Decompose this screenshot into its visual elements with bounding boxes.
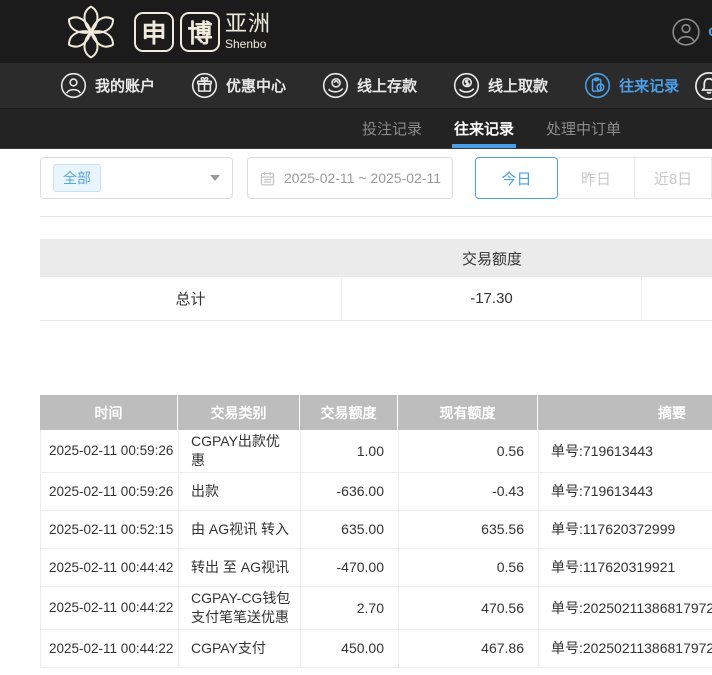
withdraw-icon bbox=[453, 72, 480, 99]
calendar-icon bbox=[259, 170, 276, 187]
records-icon bbox=[584, 72, 611, 99]
cell-time: 2025-02-11 00:44:42 bbox=[41, 549, 179, 586]
nav-item-my-account[interactable]: 我的账户 bbox=[60, 72, 155, 99]
tab-transaction-records[interactable]: 往来记录 bbox=[454, 109, 514, 148]
nav-item-promotions[interactable]: 优惠中心 bbox=[191, 72, 286, 99]
filter-row: 全部 2025-02-11 ~ 2025-02-11 今日 昨日 近8日 bbox=[40, 157, 712, 199]
cell-summary: 单号:117620372999 bbox=[539, 511, 712, 548]
cell-amount: 2.70 bbox=[301, 587, 399, 629]
cell-type: CGPAY支付 bbox=[179, 630, 301, 667]
deposit-icon bbox=[322, 72, 349, 99]
cell-balance: 0.56 bbox=[399, 430, 539, 472]
quick-range-buttons: 今日 昨日 近8日 bbox=[475, 157, 712, 199]
column-header-balance: 现有额度 bbox=[398, 395, 538, 430]
tab-label: 投注记录 bbox=[362, 118, 422, 139]
cell-time: 2025-02-11 00:59:26 bbox=[41, 473, 179, 510]
tab-label: 往来记录 bbox=[454, 118, 514, 139]
summary-empty-cell bbox=[642, 277, 712, 320]
table-row: 2025-02-11 00:44:22 CGPAY支付 450.00 467.8… bbox=[40, 630, 712, 668]
cell-time: 2025-02-11 00:59:26 bbox=[41, 430, 179, 472]
cell-amount: 635.00 bbox=[301, 511, 399, 548]
cell-type: CGPAY-CG钱包支付笔笔送优惠 bbox=[179, 587, 301, 629]
nav-item-transactions[interactable]: 往来记录 bbox=[584, 72, 679, 99]
nav-item-label: 往来记录 bbox=[619, 75, 679, 96]
cell-amount: 1.00 bbox=[301, 430, 399, 472]
tab-processing-orders[interactable]: 处理中订单 bbox=[546, 109, 621, 148]
username-text: c bbox=[708, 23, 712, 41]
tab-betting-records[interactable]: 投注记录 bbox=[362, 109, 422, 148]
cell-balance: 0.56 bbox=[399, 549, 539, 586]
cell-amount: -470.00 bbox=[301, 549, 399, 586]
cell-balance: 635.56 bbox=[399, 511, 539, 548]
cell-summary: 单号:719613443 bbox=[539, 430, 712, 472]
gift-icon bbox=[191, 72, 218, 99]
table-header-row: 时间 交易类别 交易额度 现有额度 摘要 bbox=[40, 395, 712, 430]
yesterday-button[interactable]: 昨日 bbox=[558, 157, 635, 199]
nav-item-label: 线上取款 bbox=[488, 75, 548, 96]
cell-type: 转出 至 AG视讯 bbox=[179, 549, 301, 586]
column-header-amount: 交易额度 bbox=[300, 395, 398, 430]
tab-label: 处理中订单 bbox=[546, 118, 621, 139]
last-8-days-button[interactable]: 近8日 bbox=[635, 157, 712, 199]
user-account[interactable]: c bbox=[671, 0, 712, 63]
column-header-time: 时间 bbox=[40, 395, 178, 430]
logo-region-text: 亚洲 bbox=[225, 13, 271, 35]
summary-header-row: 交易额度 bbox=[40, 239, 712, 277]
table-row: 2025-02-11 00:59:26 出款 -636.00 -0.43 单号:… bbox=[40, 473, 712, 511]
cell-balance: 467.86 bbox=[399, 630, 539, 667]
content-area: 全部 2025-02-11 ~ 2025-02-11 今日 昨日 近8日 交易额… bbox=[0, 157, 712, 668]
summary-total-value: -17.30 bbox=[342, 277, 642, 320]
cell-time: 2025-02-11 00:52:15 bbox=[41, 511, 179, 548]
section-divider bbox=[40, 216, 712, 217]
brand-logo[interactable]: 申 博 亚洲 Shenbo bbox=[54, 2, 271, 62]
summary-total-row: 总计 -17.30 bbox=[40, 277, 712, 321]
cell-type: 由 AG视讯 转入 bbox=[179, 511, 301, 548]
column-header-summary: 摘要 bbox=[538, 395, 712, 430]
transactions-table: 时间 交易类别 交易额度 现有额度 摘要 2025-02-11 00:59:26… bbox=[40, 395, 712, 668]
column-header-type: 交易类别 bbox=[178, 395, 300, 430]
logo-char-shen: 申 bbox=[134, 12, 174, 52]
summary-total-label: 总计 bbox=[40, 277, 342, 320]
category-select[interactable]: 全部 bbox=[40, 157, 233, 199]
date-range-value: 2025-02-11 ~ 2025-02-11 bbox=[284, 170, 441, 186]
bell-icon[interactable] bbox=[694, 71, 712, 101]
sub-nav: 投注记录 往来记录 处理中订单 bbox=[0, 109, 712, 149]
nav-item-withdraw[interactable]: 线上取款 bbox=[453, 72, 548, 99]
table-row: 2025-02-11 00:44:22 CGPAY-CG钱包支付笔笔送优惠 2.… bbox=[40, 587, 712, 630]
cell-summary: 单号:117620319921 bbox=[539, 549, 712, 586]
today-button[interactable]: 今日 bbox=[475, 157, 558, 199]
main-nav: 我的账户 优惠中心 线上存款 bbox=[0, 63, 712, 109]
logo-brand-sub: Shenbo bbox=[225, 38, 271, 50]
cell-summary: 单号:202502113868179729 bbox=[539, 587, 712, 629]
flower-logo-icon bbox=[54, 2, 128, 62]
summary-table: 交易额度 总计 -17.30 bbox=[40, 239, 712, 321]
nav-item-label: 线上存款 bbox=[357, 75, 417, 96]
table-row: 2025-02-11 00:52:15 由 AG视讯 转入 635.00 635… bbox=[40, 511, 712, 549]
nav-item-label: 我的账户 bbox=[95, 75, 155, 96]
cell-balance: -0.43 bbox=[399, 473, 539, 510]
chevron-down-icon bbox=[210, 175, 220, 181]
cell-amount: 450.00 bbox=[301, 630, 399, 667]
user-icon bbox=[60, 72, 87, 99]
table-row: 2025-02-11 00:59:26 CGPAY出款优惠 1.00 0.56 … bbox=[40, 430, 712, 473]
summary-amount-header: 交易额度 bbox=[342, 248, 642, 269]
user-avatar-icon bbox=[671, 17, 701, 47]
nav-item-label: 优惠中心 bbox=[226, 75, 286, 96]
nav-item-deposit[interactable]: 线上存款 bbox=[322, 72, 417, 99]
cell-amount: -636.00 bbox=[301, 473, 399, 510]
table-row: 2025-02-11 00:44:42 转出 至 AG视讯 -470.00 0.… bbox=[40, 549, 712, 587]
category-selected-chip: 全部 bbox=[53, 164, 101, 192]
date-range-input[interactable]: 2025-02-11 ~ 2025-02-11 bbox=[247, 157, 453, 199]
cell-summary: 单号:719613443 bbox=[539, 473, 712, 510]
cell-type: CGPAY出款优惠 bbox=[179, 430, 301, 472]
cell-time: 2025-02-11 00:44:22 bbox=[41, 630, 179, 667]
cell-balance: 470.56 bbox=[399, 587, 539, 629]
top-header: 申 博 亚洲 Shenbo c bbox=[0, 0, 712, 63]
logo-char-bo: 博 bbox=[180, 12, 220, 52]
cell-time: 2025-02-11 00:44:22 bbox=[41, 587, 179, 629]
cell-summary: 单号:202502113868179729 bbox=[539, 630, 712, 667]
cell-type: 出款 bbox=[179, 473, 301, 510]
